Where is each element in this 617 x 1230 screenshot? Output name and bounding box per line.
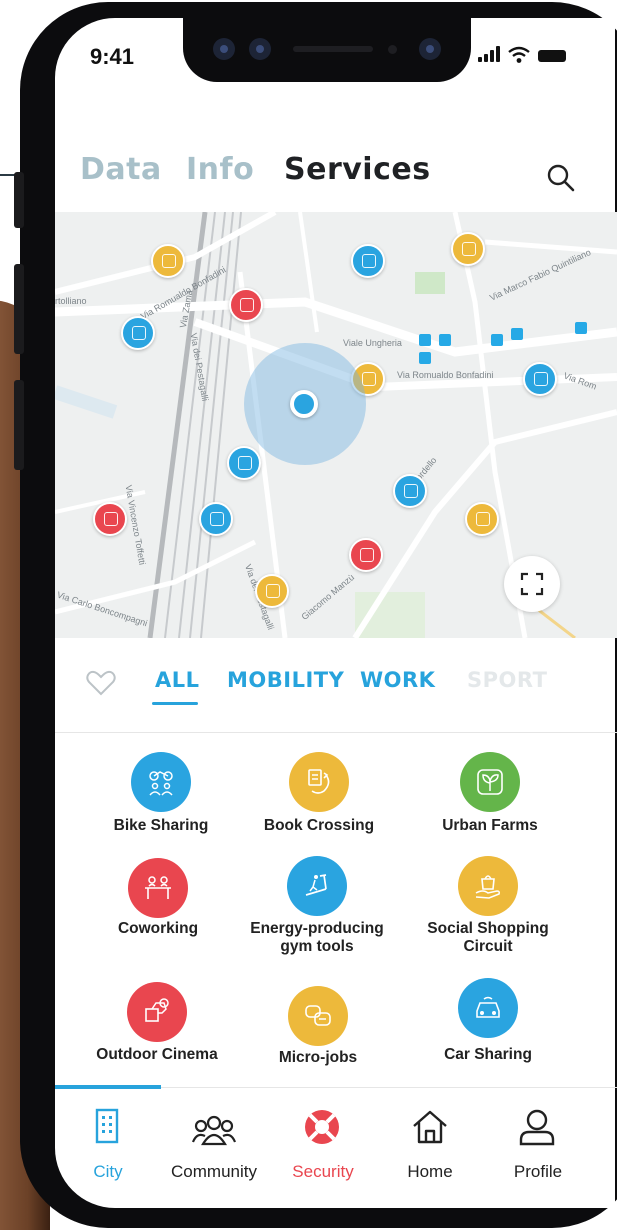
tab-services[interactable]: Services bbox=[284, 152, 431, 187]
service-label[interactable]: Outdoor Cinema bbox=[67, 1046, 247, 1064]
tab-data[interactable]: Data bbox=[80, 152, 162, 187]
map-pin-blue[interactable] bbox=[351, 244, 385, 278]
nav-label: Home bbox=[407, 1162, 453, 1181]
community-icon bbox=[191, 1115, 237, 1146]
service-label[interactable]: Micro-jobs bbox=[228, 1049, 408, 1067]
map-pin-blue[interactable] bbox=[523, 362, 557, 396]
nav-active-indicator bbox=[55, 1085, 161, 1089]
fullscreen-icon bbox=[520, 572, 544, 596]
map-pin-blue[interactable] bbox=[121, 316, 155, 350]
nav-community[interactable]: Community bbox=[164, 1108, 264, 1188]
map-pin-blue[interactable] bbox=[393, 474, 427, 508]
tab-info[interactable]: Info bbox=[186, 152, 254, 187]
map-pin-red[interactable] bbox=[93, 502, 127, 536]
service-label[interactable]: Coworking bbox=[68, 920, 248, 938]
book-crossing-icon[interactable] bbox=[289, 752, 349, 812]
proximity-sensor bbox=[388, 45, 397, 54]
expand-map-button[interactable] bbox=[504, 556, 560, 612]
profile-icon bbox=[519, 1109, 555, 1146]
parking-marker bbox=[419, 334, 431, 346]
search-icon[interactable] bbox=[543, 160, 579, 196]
face-sensor bbox=[249, 38, 271, 60]
coworking-icon[interactable] bbox=[128, 858, 188, 918]
bike-sharing-icon[interactable] bbox=[131, 752, 191, 812]
status-icons bbox=[478, 44, 568, 66]
service-label[interactable]: Bike Sharing bbox=[71, 817, 251, 835]
filter-active-indicator bbox=[152, 702, 198, 705]
map-pin-blue[interactable] bbox=[227, 446, 261, 480]
map-pin-yellow[interactable] bbox=[255, 574, 289, 608]
filter-work[interactable]: WORK bbox=[360, 668, 435, 692]
nav-home[interactable]: Home bbox=[380, 1108, 480, 1188]
map-street-label: Via Romualdo Bonfadini bbox=[397, 370, 494, 380]
wifi-icon bbox=[508, 46, 530, 63]
parking-marker bbox=[439, 334, 451, 346]
map-pin-red[interactable] bbox=[229, 288, 263, 322]
nav-profile[interactable]: Profile bbox=[488, 1108, 588, 1188]
service-label[interactable]: Car Sharing bbox=[398, 1046, 578, 1064]
home-icon bbox=[413, 1110, 447, 1144]
service-label[interactable]: Book Crossing bbox=[229, 817, 409, 835]
map-pin-yellow[interactable] bbox=[451, 232, 485, 266]
nav-label: Profile bbox=[513, 1162, 563, 1181]
stage: Via Romualdo Bonfadini Via Zama Via dei … bbox=[0, 0, 617, 1230]
service-label[interactable]: Urban Farms bbox=[400, 817, 580, 835]
car-sharing-icon[interactable] bbox=[458, 978, 518, 1038]
nav-security[interactable]: Security bbox=[273, 1108, 373, 1188]
map-pin-yellow[interactable] bbox=[465, 502, 499, 536]
volume-up-button bbox=[14, 264, 24, 354]
heart-icon[interactable] bbox=[86, 670, 116, 696]
nav-city[interactable]: City bbox=[58, 1108, 158, 1188]
outdoor-cinema-icon[interactable] bbox=[127, 982, 187, 1042]
status-time: 9:41 bbox=[90, 44, 135, 69]
social-shopping-icon[interactable] bbox=[458, 856, 518, 916]
phone-notch bbox=[183, 18, 471, 82]
battery-icon bbox=[538, 50, 566, 62]
map-pin-red[interactable] bbox=[349, 538, 383, 572]
service-label[interactable]: Social Shopping Circuit bbox=[398, 920, 578, 956]
nav-label: Security bbox=[292, 1162, 354, 1181]
map-street-label: Viale Ungheria bbox=[343, 338, 402, 348]
parking-marker bbox=[511, 328, 523, 340]
parking-marker bbox=[491, 334, 503, 346]
treadmill-icon[interactable] bbox=[287, 856, 347, 916]
filter-sport[interactable]: SPORT bbox=[467, 668, 547, 692]
front-camera bbox=[213, 38, 235, 60]
map-pin-yellow[interactable] bbox=[151, 244, 185, 278]
nav-label: City bbox=[93, 1162, 123, 1181]
volume-down-button bbox=[14, 380, 24, 470]
micro-jobs-icon[interactable] bbox=[288, 986, 348, 1046]
lifebuoy-icon bbox=[305, 1110, 339, 1144]
filter-mobility[interactable]: MOBILITY bbox=[227, 668, 344, 692]
urban-farms-icon[interactable] bbox=[460, 752, 520, 812]
divider bbox=[55, 732, 617, 733]
earpiece-speaker bbox=[293, 46, 373, 52]
service-label[interactable]: Energy-producing gym tools bbox=[227, 920, 407, 956]
city-building-icon bbox=[95, 1108, 119, 1144]
dot-projector bbox=[419, 38, 441, 60]
parking-marker bbox=[419, 352, 431, 364]
current-location-dot bbox=[290, 390, 318, 418]
map-pin-blue[interactable] bbox=[199, 502, 233, 536]
map-street-label: rtolliano bbox=[55, 296, 87, 306]
cellular-signal-icon bbox=[478, 46, 500, 62]
parking-marker bbox=[575, 322, 587, 334]
mute-switch bbox=[14, 172, 24, 228]
filter-all[interactable]: ALL bbox=[155, 668, 200, 692]
nav-label: Community bbox=[171, 1162, 257, 1181]
